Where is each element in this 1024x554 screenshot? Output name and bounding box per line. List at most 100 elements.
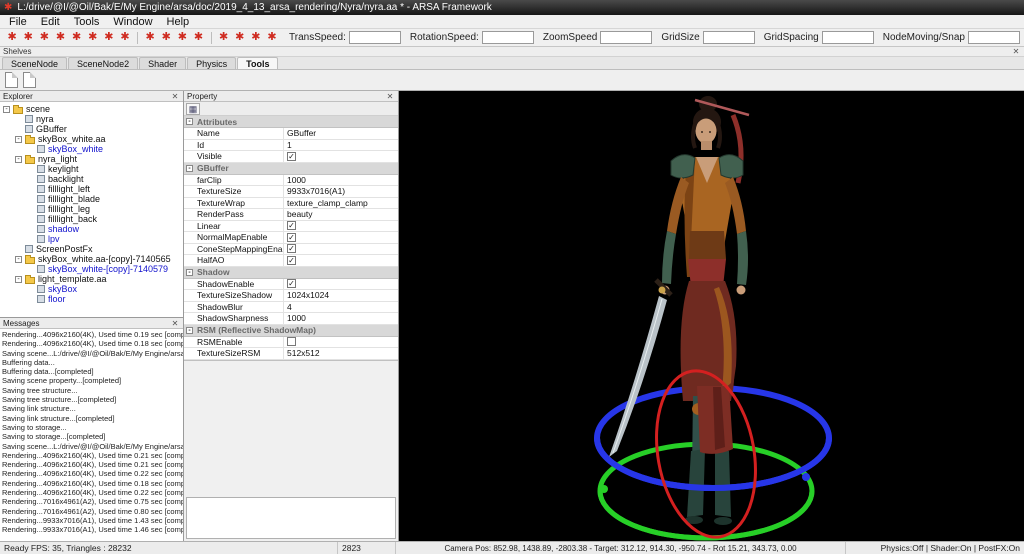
tree-item-backlight[interactable]: backlight [0,174,183,184]
property-value-text[interactable]: 512x512 [287,348,320,358]
zoomspeed-label: ZoomSpeed [542,32,598,43]
tree-item-skybox-white-aa-copy-7140565[interactable]: - skyBox_white.aa-[copy]-7140565 [0,254,183,264]
arsa-tool-icon[interactable]: ✱ [232,30,248,45]
property-value-text[interactable]: 1000 [287,313,306,323]
property-value-text[interactable]: 9933x7016(A1) [287,186,345,196]
arsa-tool-icon[interactable]: ✱ [69,30,85,45]
arsa-tool-icon[interactable]: ✱ [117,30,133,45]
tab-scenenode2[interactable]: SceneNode2 [68,57,139,69]
checkbox-conestepmappingenable[interactable]: ✓ [287,244,296,254]
property-value-text[interactable]: beauty [287,209,313,219]
viewport-3d[interactable] [399,91,1024,541]
arsa-tool-icon[interactable]: ✱ [190,30,206,45]
tree-item-keylight[interactable]: keylight [0,164,183,174]
section-collapse-icon[interactable]: - [186,164,193,172]
checkbox-visible[interactable]: ✓ [287,151,296,161]
gridsize-input[interactable] [702,31,755,44]
tree-item-filllight-blade[interactable]: filllight_blade [0,194,183,204]
shelves-close-icon[interactable]: ✕ [1011,47,1021,56]
tree-item-filllight-leg[interactable]: filllight_leg [0,204,183,214]
property-section-gbuffer[interactable]: - GBuffer [184,162,398,175]
arsa-tool-icon[interactable]: ✱ [142,30,158,45]
messages-close-icon[interactable]: ✕ [170,319,180,328]
menu-file[interactable]: File [2,16,34,28]
section-collapse-icon[interactable]: - [186,118,193,125]
tree-item-skybox-white-aa[interactable]: - skyBox_white.aa [0,134,183,144]
arsa-tool-icon[interactable]: ✱ [174,30,190,45]
property-value-text[interactable]: 1 [287,140,292,150]
checkbox-rsmenable[interactable] [287,337,296,347]
arsa-tool-icon[interactable]: ✱ [248,30,264,45]
property-value-text[interactable]: texture_clamp_clamp [287,198,368,208]
folder-icon [25,154,35,164]
arsa-tool-icon[interactable]: ✱ [52,30,68,45]
transspeed-input[interactable] [348,31,401,44]
property-section-attributes[interactable]: - Attributes [184,116,398,128]
tree-item-filllight-left[interactable]: filllight_left [0,184,183,194]
menu-tools[interactable]: Tools [67,16,107,28]
gizmo-z-handle[interactable] [802,473,810,481]
tree-item-skybox-white-copy-7140579[interactable]: skyBox_white-[copy]-7140579 [0,264,183,274]
tree-item-light-template-aa[interactable]: - light_template.aa [0,274,183,284]
arsa-tool-icon[interactable]: ✱ [36,30,52,45]
checkbox-shadowenable[interactable]: ✓ [287,279,296,289]
status-toggles: Physics:Off | Shader:On | PostFX:On [880,543,1020,553]
tree-item-lpv[interactable]: lpv [0,234,183,244]
arsa-tool-icon[interactable]: ✱ [20,30,36,45]
property-close-icon[interactable]: ✕ [385,92,395,101]
tree-item-floor[interactable]: floor [0,294,183,304]
log-line: Rendering...4096x2160(4K), Used time 0.2… [2,469,183,479]
menu-window[interactable]: Window [106,16,159,28]
tree-item-skybox-white[interactable]: skyBox_white [0,144,183,154]
arsa-tool-icon[interactable]: ✱ [158,30,174,45]
tree-item-screenpostfx[interactable]: ScreenPostFx [0,244,183,254]
tree-item-skybox[interactable]: skyBox [0,284,183,294]
checkbox-normalmapenable[interactable]: ✓ [287,232,296,242]
shelf-doc-icon-2[interactable] [23,72,36,88]
tree-expander-icon[interactable]: - [3,105,10,113]
tab-shader[interactable]: Shader [139,57,187,69]
checkbox-linear[interactable]: ✓ [287,221,296,231]
arsa-tool-icon[interactable]: ✱ [101,30,117,45]
menu-edit[interactable]: Edit [34,16,67,28]
tree-item-filllight-back[interactable]: filllight_back [0,214,183,224]
property-section-shadow[interactable]: - Shadow [184,266,398,279]
tree-expander-icon[interactable]: - [15,135,22,143]
tab-scenenode[interactable]: SceneNode [2,57,68,69]
section-collapse-icon[interactable]: - [186,268,193,276]
gizmo-y-handle[interactable] [600,485,608,493]
viewport-canvas[interactable] [399,91,1022,541]
tree-item-gbuffer[interactable]: GBuffer [0,124,183,134]
arsa-tool-icon[interactable]: ✱ [216,30,232,45]
property-grid-view-icon[interactable]: ▦ [186,102,200,115]
tree-item-nyra-light[interactable]: - nyra_light [0,154,183,164]
arsa-tool-icon[interactable]: ✱ [4,30,20,45]
tab-physics[interactable]: Physics [187,57,237,69]
zoomspeed-input[interactable] [600,31,653,44]
tree-expander-icon[interactable]: - [15,155,22,163]
tab-tools[interactable]: Tools [237,57,279,69]
rotationspeed-input[interactable] [481,31,534,44]
tree-item-label: filllight_back [48,214,98,224]
checkbox-halfao[interactable]: ✓ [287,255,296,265]
status-ready-fps: Ready FPS: 35, Triangles : 28232 [0,542,338,554]
property-value-text[interactable]: GBuffer [287,128,316,138]
gizmo-y-ring-front[interactable] [597,490,815,541]
gridspacing-input[interactable] [821,31,874,44]
explorer-close-icon[interactable]: ✕ [170,92,180,101]
arsa-tool-icon[interactable]: ✱ [264,30,280,45]
property-section-rsm-reflective-shadowmap[interactable]: - RSM (Reflective ShadowMap) [184,324,398,337]
section-collapse-icon[interactable]: - [186,326,193,334]
arsa-tool-icon[interactable]: ✱ [85,30,101,45]
tree-item-scene[interactable]: - scene [0,104,183,114]
tree-expander-icon[interactable]: - [15,255,22,263]
tree-item-nyra[interactable]: nyra [0,114,183,124]
property-value-text[interactable]: 4 [287,302,292,312]
nodemoving-snap-input[interactable] [968,31,1020,44]
menu-help[interactable]: Help [160,16,197,28]
property-value-text[interactable]: 1000 [287,175,306,185]
tree-expander-icon[interactable]: - [15,275,22,283]
property-value-text[interactable]: 1024x1024 [287,290,329,300]
tree-item-shadow[interactable]: shadow [0,224,183,234]
shelf-doc-icon-1[interactable] [5,72,18,88]
